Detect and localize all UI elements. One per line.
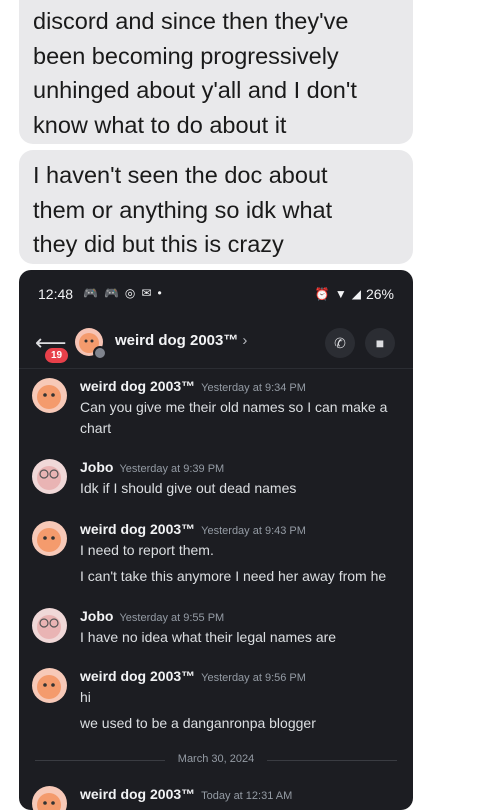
message-text: chart [80,420,112,436]
message-timestamp: Yesterday at 9:55 PM [119,612,225,624]
message-text: Idk if I should give out dead names [80,480,297,496]
avatar[interactable] [32,521,67,556]
alarm-icon: ⏰ [314,287,330,301]
discord-icon: 🎮 [83,286,98,300]
signal-icon: ◢ [351,287,361,301]
message-text: Can you give me their old names so I can… [80,399,388,415]
date-divider: March 30, 2024 [35,750,397,770]
author-name: Jobo [80,608,114,624]
phone-icon: ✆ [334,334,346,351]
bubble-line: unhinged about y'all and I don't [33,77,357,103]
status-bar: 12:48 🎮 🎮 ◎ ✉ • ⏰ ▼ ◢ 26% [19,284,413,306]
author-name: weird dog 2003™ [80,668,196,684]
bubble-line: I haven't seen the doc about [33,162,328,188]
avatar[interactable] [32,668,67,703]
message-author: Jobo Yesterday at 9:55 PM [80,608,224,624]
dot-icon: • [157,286,162,300]
message-timestamp: Yesterday at 9:43 PM [201,525,306,537]
avatar[interactable] [32,378,67,413]
video-call-button[interactable]: ■ [365,328,395,358]
bubble-line: they did but this is crazy [33,231,284,257]
camera-icon: ■ [375,335,385,351]
discord-icon: 🎮 [103,286,119,300]
dm-name: weird dog 2003™ [115,332,239,349]
message-bubble: I haven't seen the doc about them or any… [19,150,413,264]
message-author: weird dog 2003™ Yesterday at 9:43 PM [80,521,306,537]
message-timestamp: Yesterday at 9:56 PM [201,672,306,684]
divider-date: March 30, 2024 [177,753,255,765]
avatar[interactable] [32,608,67,643]
bubble-line: been becoming progressively [33,42,339,69]
unread-badge: 19 [43,346,71,365]
dm-title[interactable]: weird dog 2003™ › [115,332,247,349]
message-text: we used to be a danganronpa blogger [80,715,316,731]
battery-level: 26% [365,286,394,302]
message-text: I have no idea what their legal names ar… [80,629,337,645]
system-icons: ⏰ ▼ ◢ 26% [315,286,394,302]
instagram-icon: ◎ [124,286,136,300]
message-timestamp: Today at 12:31 AM [201,790,293,802]
avatar[interactable] [32,786,67,810]
discord-screenshot[interactable]: 12:48 🎮 🎮 ◎ ✉ • ⏰ ▼ ◢ 26% ⟵ 19 weird dog… [19,270,413,810]
mail-icon: ✉ [141,286,152,300]
message-author: Jobo Yesterday at 9:39 PM [80,459,224,475]
call-button[interactable]: ✆ [325,328,355,358]
status-time: 12:48 [38,286,74,302]
divider-line [267,760,397,761]
author-name: Jobo [80,459,114,475]
author-name: weird dog 2003™ [80,521,196,537]
bubble-line: them or anything so idk what [33,196,333,223]
chevron-right-icon: › [242,332,248,349]
bubble-line: know what to do about it [33,111,287,138]
dm-header: ⟵ 19 weird dog 2003™ › ✆ ■ [19,318,413,369]
offline-status-dot [93,346,107,360]
message-text: I can't take this anymore I need her awa… [80,568,387,584]
avatar[interactable] [32,459,67,494]
message-author: weird dog 2003™ Yesterday at 9:34 PM [80,378,306,394]
wifi-icon: ▼ [334,287,347,301]
message-timestamp: Yesterday at 9:39 PM [119,463,225,475]
bubble-line: discord and since then they've [33,8,349,34]
notification-icons: 🎮 🎮 ◎ ✉ • [83,286,162,300]
message-author: weird dog 2003™ Yesterday at 9:56 PM [80,668,306,684]
message-timestamp: Yesterday at 9:34 PM [201,382,306,394]
author-name: weird dog 2003™ [80,378,196,394]
message-text: I need to report them. [80,542,214,558]
message-text: hi [80,689,91,705]
message-bubble: discord and since then they've been beco… [19,0,413,144]
